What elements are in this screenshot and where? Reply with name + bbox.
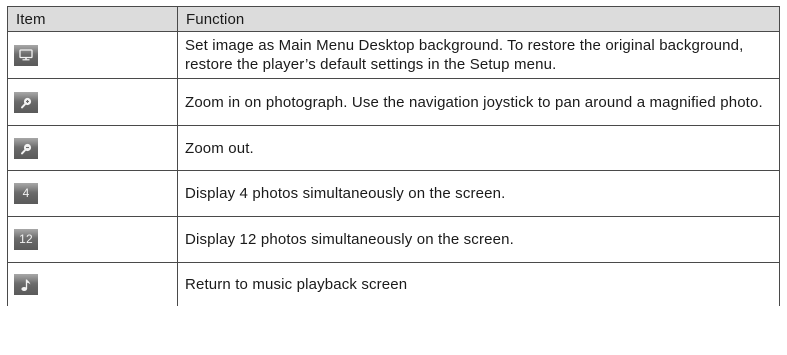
music-note-icon	[14, 274, 38, 295]
grid-12-icon: 12	[14, 229, 38, 250]
item-cell	[7, 262, 178, 306]
table-row: 4 Display 4 photos simultaneously on the…	[7, 170, 780, 217]
table-row: 12 Display 12 photos simultaneously on t…	[7, 216, 780, 263]
table-header-row: Item Function	[7, 6, 780, 32]
zoom-in-magnifier-icon	[14, 91, 38, 113]
function-column-header: Function	[177, 6, 780, 32]
manual-page: Item Function Set image as Main Menu Des…	[0, 0, 787, 355]
function-description: Display 12 photos simultaneously on the …	[177, 216, 780, 263]
item-cell	[7, 125, 178, 171]
item-column-header: Item	[7, 6, 178, 32]
function-description: Display 4 photos simultaneously on the s…	[177, 170, 780, 217]
item-cell	[7, 31, 178, 79]
table-row: Return to music playback screen	[7, 262, 780, 306]
function-description: Zoom in on photograph. Use the navigatio…	[177, 78, 780, 126]
function-description: Zoom out.	[177, 125, 780, 171]
desktop-monitor-icon	[14, 44, 38, 66]
grid-4-label: 4	[22, 186, 30, 200]
item-cell: 12	[7, 216, 178, 263]
grid-4-icon: 4	[14, 183, 38, 204]
function-table: Item Function Set image as Main Menu Des…	[7, 6, 780, 306]
zoom-out-magnifier-icon	[14, 137, 38, 159]
item-cell: 4	[7, 170, 178, 217]
table-row: Zoom in on photograph. Use the navigatio…	[7, 78, 780, 126]
grid-12-label: 12	[19, 232, 33, 246]
table-row: Zoom out.	[7, 125, 780, 171]
function-description: Return to music playback screen	[177, 262, 780, 306]
table-row: Set image as Main Menu Desktop backgroun…	[7, 31, 780, 79]
item-cell	[7, 78, 178, 126]
function-description: Set image as Main Menu Desktop backgroun…	[177, 31, 780, 79]
